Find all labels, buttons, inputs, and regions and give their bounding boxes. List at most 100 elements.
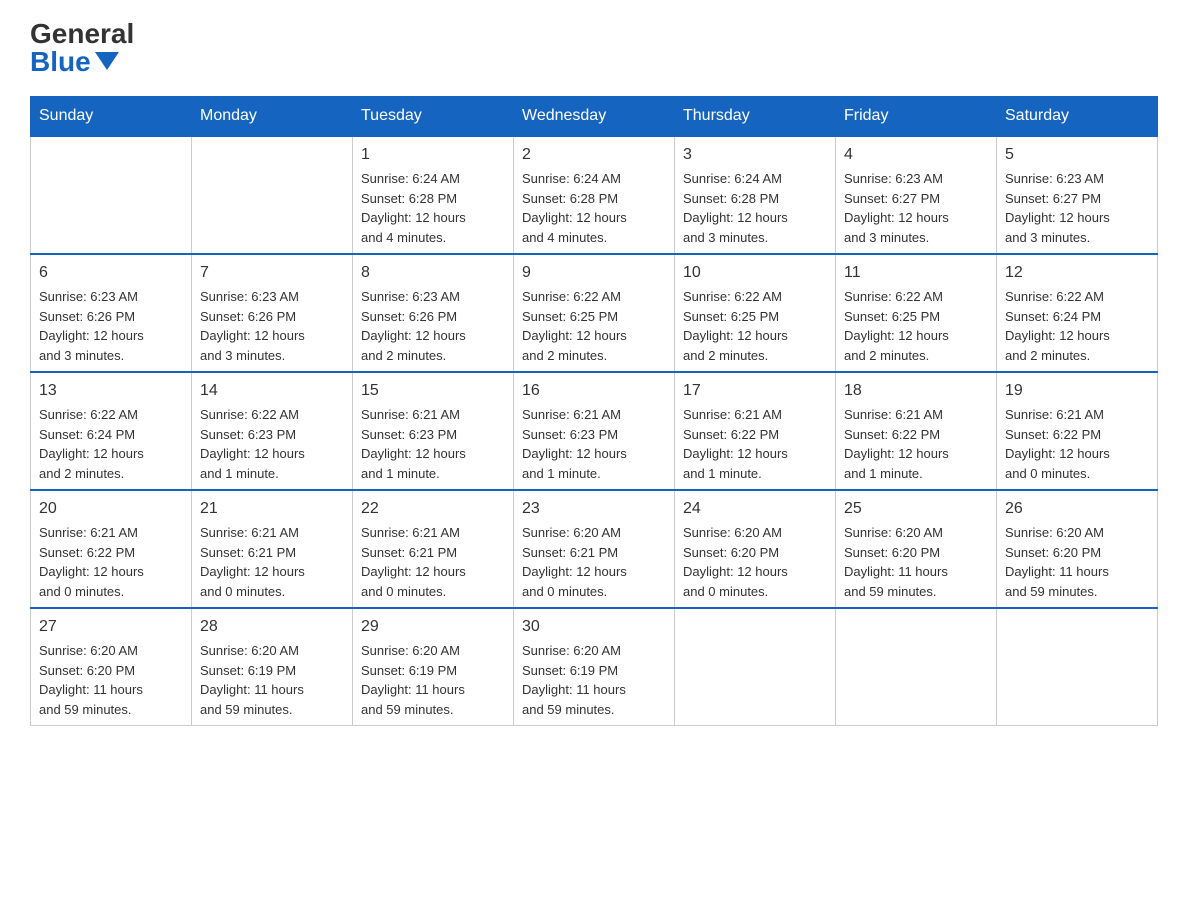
day-number: 29: [361, 615, 505, 639]
calendar-week-row: 27Sunrise: 6:20 AM Sunset: 6:20 PM Dayli…: [31, 608, 1158, 726]
table-row: [192, 136, 353, 254]
day-info: Sunrise: 6:21 AM Sunset: 6:23 PM Dayligh…: [522, 405, 666, 483]
day-number: 14: [200, 379, 344, 403]
day-number: 18: [844, 379, 988, 403]
table-row: 28Sunrise: 6:20 AM Sunset: 6:19 PM Dayli…: [192, 608, 353, 726]
day-info: Sunrise: 6:22 AM Sunset: 6:24 PM Dayligh…: [39, 405, 183, 483]
table-row: 19Sunrise: 6:21 AM Sunset: 6:22 PM Dayli…: [997, 372, 1158, 490]
table-row: 9Sunrise: 6:22 AM Sunset: 6:25 PM Daylig…: [514, 254, 675, 372]
day-number: 13: [39, 379, 183, 403]
table-row: 20Sunrise: 6:21 AM Sunset: 6:22 PM Dayli…: [31, 490, 192, 608]
day-number: 12: [1005, 261, 1149, 285]
table-row: 11Sunrise: 6:22 AM Sunset: 6:25 PM Dayli…: [836, 254, 997, 372]
day-number: 20: [39, 497, 183, 521]
table-row: 23Sunrise: 6:20 AM Sunset: 6:21 PM Dayli…: [514, 490, 675, 608]
calendar-week-row: 6Sunrise: 6:23 AM Sunset: 6:26 PM Daylig…: [31, 254, 1158, 372]
table-row: 1Sunrise: 6:24 AM Sunset: 6:28 PM Daylig…: [353, 136, 514, 254]
day-info: Sunrise: 6:23 AM Sunset: 6:26 PM Dayligh…: [39, 287, 183, 365]
day-info: Sunrise: 6:20 AM Sunset: 6:21 PM Dayligh…: [522, 523, 666, 601]
day-number: 19: [1005, 379, 1149, 403]
table-row: 13Sunrise: 6:22 AM Sunset: 6:24 PM Dayli…: [31, 372, 192, 490]
day-info: Sunrise: 6:21 AM Sunset: 6:21 PM Dayligh…: [200, 523, 344, 601]
day-number: 2: [522, 143, 666, 167]
page-header: General Blue: [30, 20, 1158, 76]
table-row: [997, 608, 1158, 726]
day-number: 1: [361, 143, 505, 167]
day-number: 25: [844, 497, 988, 521]
logo-general-text: General: [30, 20, 134, 48]
calendar-week-row: 1 Sunrise: 6:24 AM Sunset: 6:28 PM Daylig…: [31, 136, 1158, 254]
table-row: 6Sunrise: 6:23 AM Sunset: 6:26 PM Daylig…: [31, 254, 192, 372]
table-row: 21Sunrise: 6:21 AM Sunset: 6:21 PM Dayli…: [192, 490, 353, 608]
day-info: Sunrise: 6:21 AM Sunset: 6:22 PM Dayligh…: [683, 405, 827, 483]
table-row: 7Sunrise: 6:23 AM Sunset: 6:26 PM Daylig…: [192, 254, 353, 372]
day-info: Sunrise: 6:22 AM Sunset: 6:24 PM Dayligh…: [1005, 287, 1149, 365]
day-info: Sunrise: 6:21 AM Sunset: 6:22 PM Dayligh…: [39, 523, 183, 601]
day-number: 4: [844, 143, 988, 167]
calendar-week-row: 13Sunrise: 6:22 AM Sunset: 6:24 PM Dayli…: [31, 372, 1158, 490]
day-info: Sunrise: 6:20 AM Sunset: 6:20 PM Dayligh…: [39, 641, 183, 719]
day-info: Sunrise: 6:20 AM Sunset: 6:20 PM Dayligh…: [844, 523, 988, 601]
day-number: 17: [683, 379, 827, 403]
table-row: [675, 608, 836, 726]
header-tuesday: Tuesday: [353, 97, 514, 137]
table-row: [31, 136, 192, 254]
header-row: Sunday Monday Tuesday Wednesday Thursday…: [31, 97, 1158, 137]
day-number: 11: [844, 261, 988, 285]
day-number: 27: [39, 615, 183, 639]
day-info: Sunrise: 6:21 AM Sunset: 6:21 PM Dayligh…: [361, 523, 505, 601]
day-info: Sunrise: 6:21 AM Sunset: 6:23 PM Dayligh…: [361, 405, 505, 483]
day-number: 26: [1005, 497, 1149, 521]
day-number: 5: [1005, 143, 1149, 167]
table-row: 2Sunrise: 6:24 AM Sunset: 6:28 PM Daylig…: [514, 136, 675, 254]
day-number: 10: [683, 261, 827, 285]
calendar-body: 1 Sunrise: 6:24 AM Sunset: 6:28 PM Daylig…: [31, 136, 1158, 726]
header-friday: Friday: [836, 97, 997, 137]
day-info: Sunrise: 6:20 AM Sunset: 6:20 PM Dayligh…: [1005, 523, 1149, 601]
day-info: Sunrise: 6:23 AM Sunset: 6:27 PM Dayligh…: [1005, 169, 1149, 247]
day-number: 24: [683, 497, 827, 521]
day-info: Sunrise: 6:23 AM Sunset: 6:26 PM Dayligh…: [200, 287, 344, 365]
day-number: 23: [522, 497, 666, 521]
day-info: Sunrise: 6:24 AM Sunset: 6:28 PM Dayligh…: [522, 169, 666, 247]
day-number: 16: [522, 379, 666, 403]
table-row: 10Sunrise: 6:22 AM Sunset: 6:25 PM Dayli…: [675, 254, 836, 372]
table-row: 18Sunrise: 6:21 AM Sunset: 6:22 PM Dayli…: [836, 372, 997, 490]
day-info: Sunrise: 6:22 AM Sunset: 6:25 PM Dayligh…: [844, 287, 988, 365]
table-row: 16Sunrise: 6:21 AM Sunset: 6:23 PM Dayli…: [514, 372, 675, 490]
day-info: Sunrise: 6:23 AM Sunset: 6:26 PM Dayligh…: [361, 287, 505, 365]
table-row: 30Sunrise: 6:20 AM Sunset: 6:19 PM Dayli…: [514, 608, 675, 726]
day-number: 3: [683, 143, 827, 167]
header-wednesday: Wednesday: [514, 97, 675, 137]
day-number: 6: [39, 261, 183, 285]
day-number: 28: [200, 615, 344, 639]
calendar-week-row: 20Sunrise: 6:21 AM Sunset: 6:22 PM Dayli…: [31, 490, 1158, 608]
day-info: Sunrise: 6:23 AM Sunset: 6:27 PM Dayligh…: [844, 169, 988, 247]
table-row: 8Sunrise: 6:23 AM Sunset: 6:26 PM Daylig…: [353, 254, 514, 372]
day-info: Sunrise: 6:24 AM Sunset: 6:28 PM Dayligh…: [683, 169, 827, 247]
day-info: Sunrise: 6:22 AM Sunset: 6:25 PM Dayligh…: [683, 287, 827, 365]
day-number: 30: [522, 615, 666, 639]
day-info: Sunrise: 6:20 AM Sunset: 6:19 PM Dayligh…: [361, 641, 505, 719]
logo-blue-text: Blue: [30, 48, 119, 76]
header-monday: Monday: [192, 97, 353, 137]
table-row: 15Sunrise: 6:21 AM Sunset: 6:23 PM Dayli…: [353, 372, 514, 490]
day-info: Sunrise: 6:22 AM Sunset: 6:25 PM Dayligh…: [522, 287, 666, 365]
table-row: [836, 608, 997, 726]
day-number: 7: [200, 261, 344, 285]
header-saturday: Saturday: [997, 97, 1158, 137]
header-thursday: Thursday: [675, 97, 836, 137]
day-number: 8: [361, 261, 505, 285]
calendar-header: Sunday Monday Tuesday Wednesday Thursday…: [31, 97, 1158, 137]
table-row: 12Sunrise: 6:22 AM Sunset: 6:24 PM Dayli…: [997, 254, 1158, 372]
day-info: Sunrise: 6:20 AM Sunset: 6:19 PM Dayligh…: [200, 641, 344, 719]
calendar-table: Sunday Monday Tuesday Wednesday Thursday…: [30, 96, 1158, 726]
day-number: 9: [522, 261, 666, 285]
table-row: 4Sunrise: 6:23 AM Sunset: 6:27 PM Daylig…: [836, 136, 997, 254]
logo-triangle-icon: [95, 52, 119, 70]
table-row: 22Sunrise: 6:21 AM Sunset: 6:21 PM Dayli…: [353, 490, 514, 608]
header-sunday: Sunday: [31, 97, 192, 137]
day-number: 21: [200, 497, 344, 521]
day-number: 22: [361, 497, 505, 521]
logo: General Blue: [30, 20, 134, 76]
